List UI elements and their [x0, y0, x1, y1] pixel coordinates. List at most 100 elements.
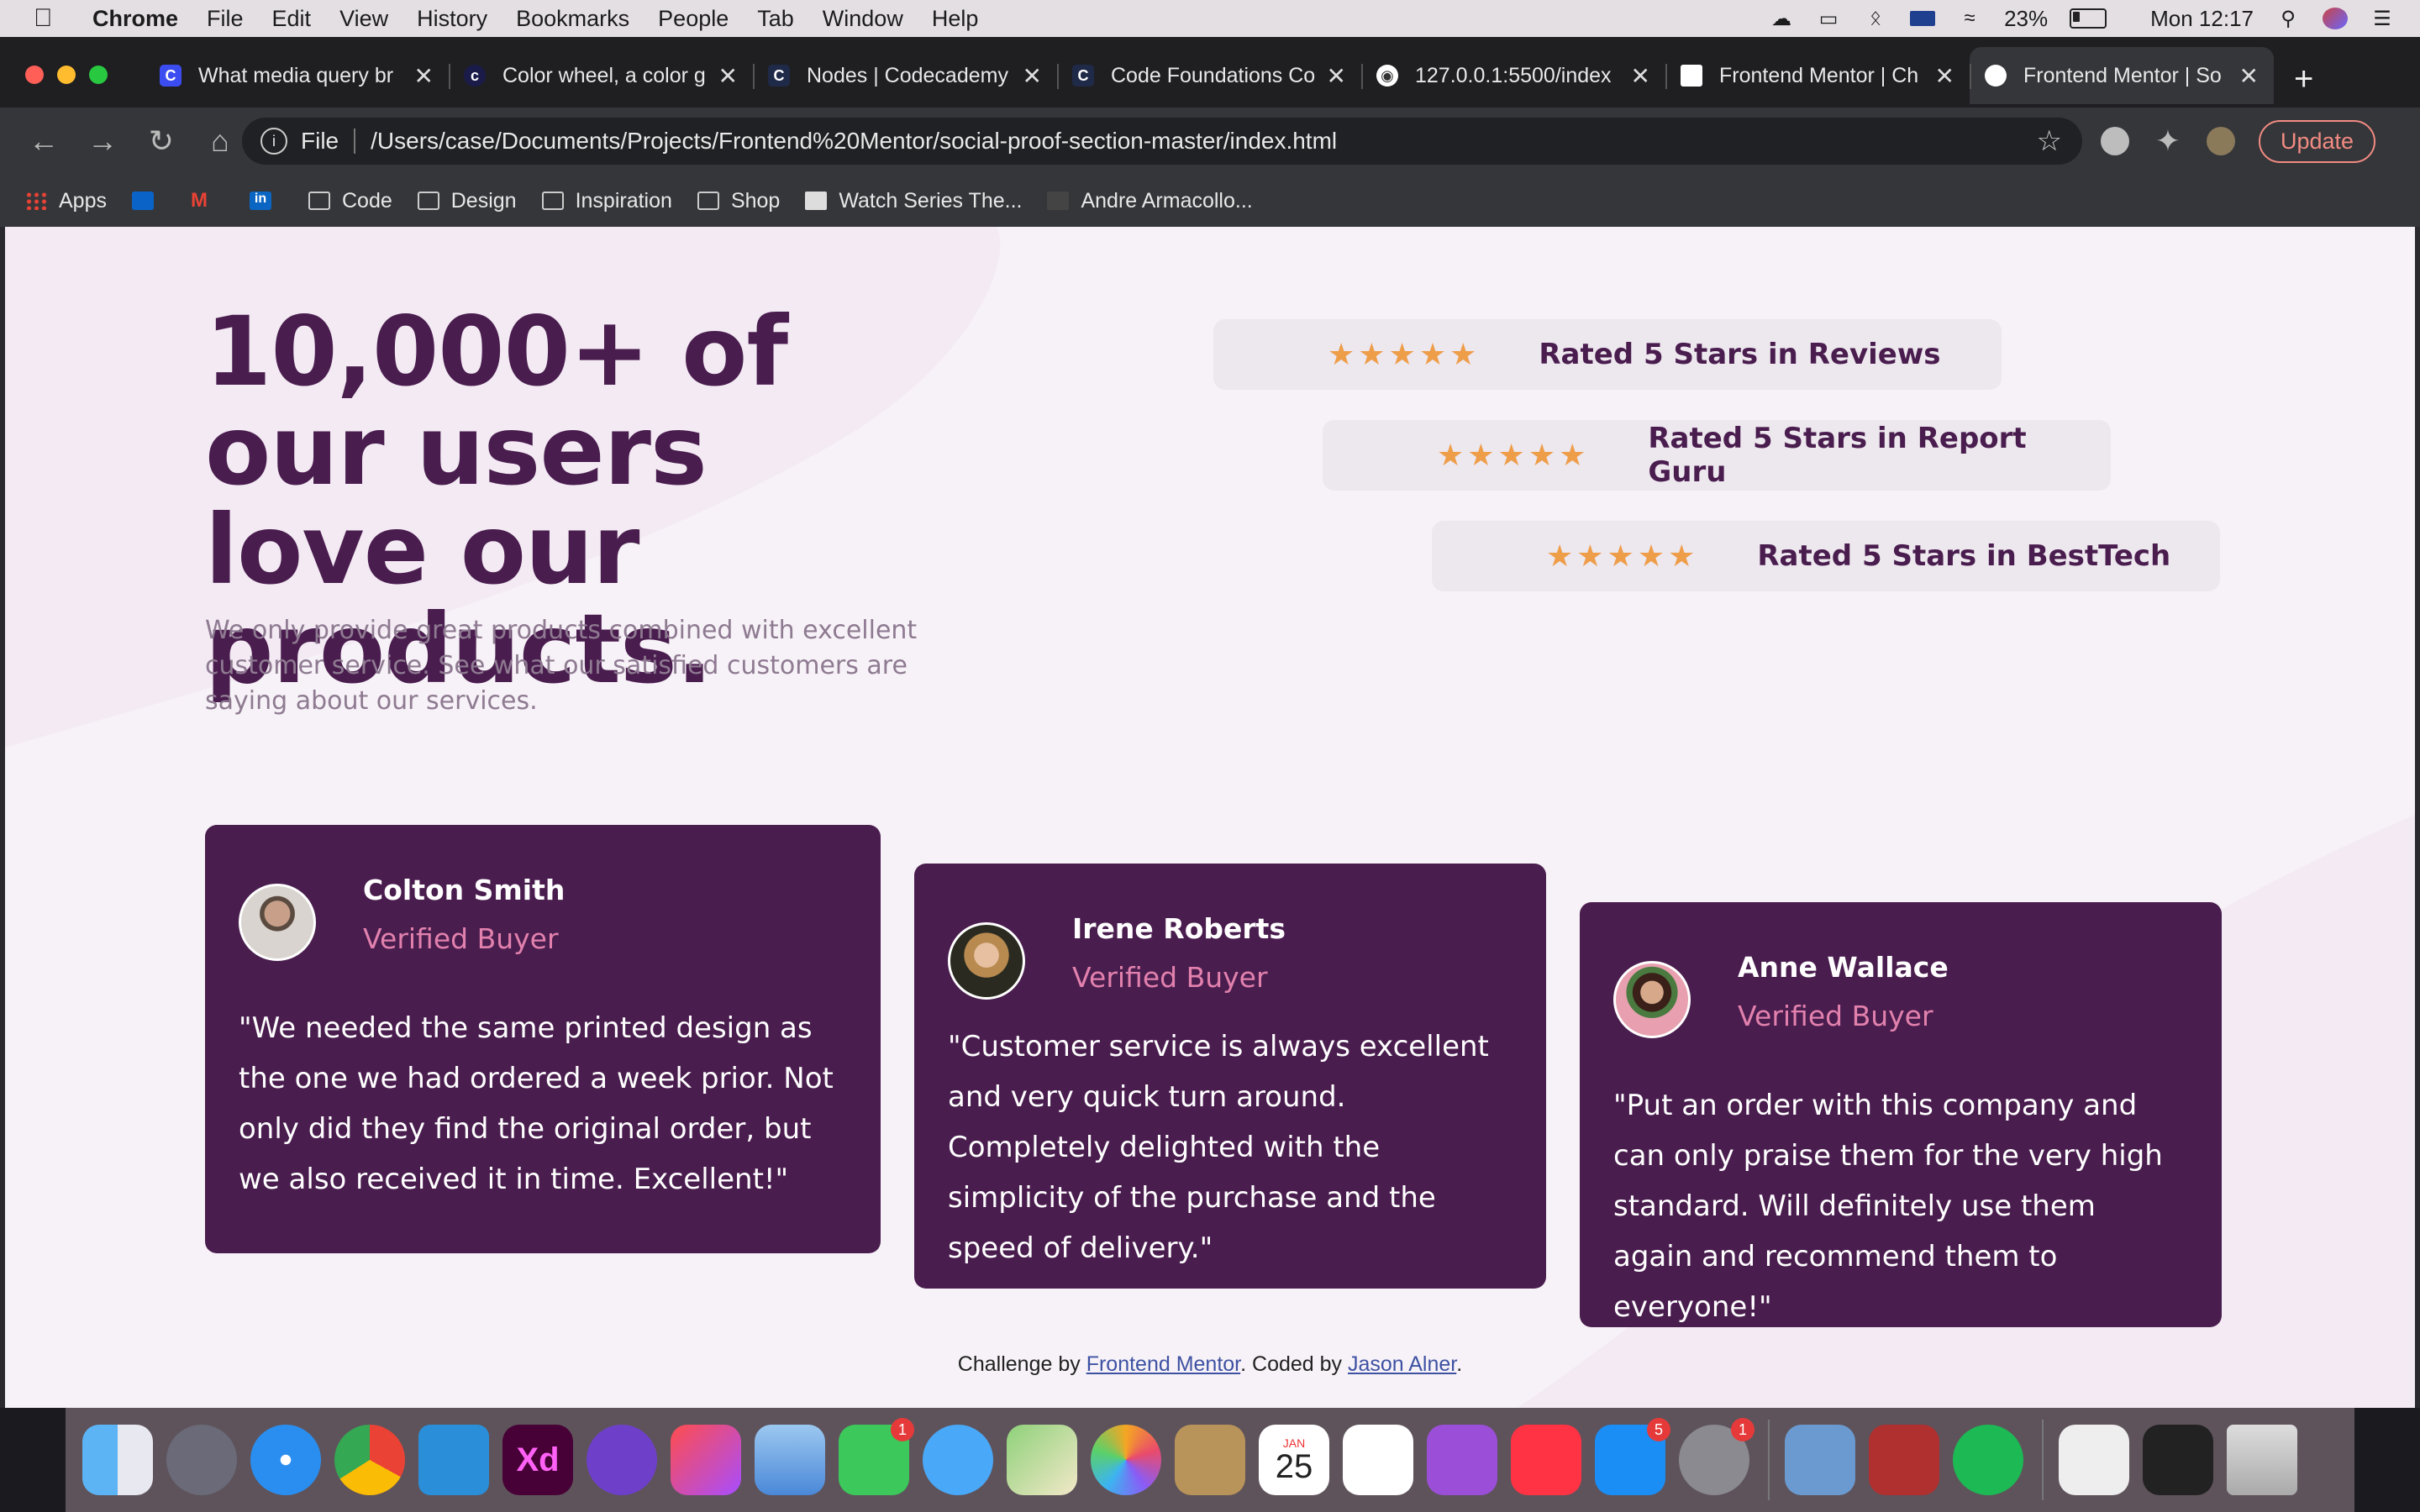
menu-people[interactable]: People: [658, 6, 729, 32]
puzzle-extensions-icon[interactable]: ✦: [2153, 123, 2183, 159]
news-icon[interactable]: [1511, 1425, 1581, 1495]
photo-booth-icon[interactable]: [1869, 1425, 1939, 1495]
airplay-icon[interactable]: ▭: [1816, 8, 1841, 30]
battery-icon[interactable]: [2070, 8, 2107, 29]
spotify-icon[interactable]: [1953, 1425, 2023, 1495]
author-link[interactable]: Jason Alner: [1348, 1352, 1456, 1376]
tab-nodes-codecademy[interactable]: C Nodes | Codecademy ✕: [753, 47, 1057, 104]
messages-icon[interactable]: [923, 1425, 993, 1495]
close-tab-icon[interactable]: ✕: [718, 62, 738, 90]
home-icon[interactable]: ⌂: [205, 123, 235, 159]
menu-file[interactable]: File: [207, 6, 244, 32]
close-tab-icon[interactable]: ✕: [1631, 62, 1650, 90]
photos-icon[interactable]: [1091, 1425, 1161, 1495]
back-arrow-icon[interactable]: ←: [29, 123, 59, 159]
zoom-window-button[interactable]: [89, 66, 108, 84]
bookmark-folder-design[interactable]: Design: [417, 189, 517, 213]
spotlight-search-icon[interactable]: ⚲: [2275, 8, 2301, 30]
bookmark-folder-inspiration[interactable]: Inspiration: [541, 189, 672, 213]
rating-label: Rated 5 Stars in BestTech: [1757, 539, 2171, 573]
facetime-icon[interactable]: 1: [839, 1418, 914, 1495]
address-url[interactable]: /Users/case/Documents/Projects/Frontend%…: [371, 128, 1337, 155]
macos-menubar:  Chrome File Edit View History Bookmark…: [0, 0, 2420, 37]
bookmark-folder-shop[interactable]: Shop: [697, 189, 780, 213]
tab-media-query[interactable]: C What media query br ✕: [145, 47, 449, 104]
tab-frontend-mentor-challenges[interactable]: Frontend Mentor | Ch ✕: [1665, 47, 1970, 104]
maps-icon[interactable]: [1007, 1425, 1077, 1495]
siri-icon[interactable]: [2323, 8, 2348, 29]
forward-arrow-icon[interactable]: →: [87, 123, 118, 159]
tab-code-foundations[interactable]: C Code Foundations Co ✕: [1057, 47, 1361, 104]
info-icon[interactable]: i: [260, 128, 287, 155]
apple-icon[interactable]: : [34, 4, 67, 33]
battery-percent: 23%: [2004, 5, 2049, 31]
safari-icon[interactable]: [250, 1425, 321, 1495]
creative-cloud-icon[interactable]: ☁: [1769, 8, 1794, 30]
tab-localhost[interactable]: ◉ 127.0.0.1:5500/index ✕: [1361, 47, 1665, 104]
calendar-day: 25: [1275, 1448, 1313, 1485]
bookmark-watch-series[interactable]: Watch Series The...: [805, 189, 1022, 213]
bookmark-star-icon[interactable]: ☆: [2037, 124, 2062, 158]
profile-avatar[interactable]: [2207, 127, 2235, 155]
zip-file-icon[interactable]: [2059, 1425, 2129, 1495]
extension-icon[interactable]: [2101, 127, 2129, 155]
new-tab-button[interactable]: +: [2294, 60, 2313, 98]
testimonial-card-irene: Irene Roberts Verified Buyer "Customer s…: [914, 864, 1546, 1289]
bookmark-outlook[interactable]: [131, 192, 166, 210]
notification-center-icon[interactable]: ☰: [2370, 8, 2395, 30]
close-window-button[interactable]: [25, 66, 44, 84]
tab-frontend-mentor-social-proof[interactable]: Frontend Mentor | So ✕: [1970, 47, 2274, 104]
menu-window[interactable]: Window: [823, 6, 903, 32]
mail-icon[interactable]: [755, 1425, 825, 1495]
downloads-stack-icon[interactable]: [2143, 1425, 2213, 1495]
close-tab-icon[interactable]: ✕: [1023, 62, 1042, 90]
contacts-icon[interactable]: [1175, 1425, 1245, 1495]
reminders-icon[interactable]: [1343, 1425, 1413, 1495]
minimize-window-button[interactable]: [57, 66, 76, 84]
menu-edit[interactable]: Edit: [272, 6, 312, 32]
wifi-icon[interactable]: ≈: [1957, 7, 1982, 29]
menu-help[interactable]: Help: [932, 6, 979, 32]
website-favicon-icon: [805, 192, 828, 210]
five-star-icons: ★★★★★: [1328, 337, 1481, 372]
chrome-icon[interactable]: [334, 1425, 405, 1495]
vscode-icon[interactable]: [418, 1425, 489, 1495]
notification-badge: 1: [891, 1418, 914, 1441]
trash-icon[interactable]: [2227, 1425, 2297, 1495]
bookmark-folder-code[interactable]: Code: [308, 189, 392, 213]
menu-view[interactable]: View: [339, 6, 388, 32]
tab-title: Frontend Mentor | Ch: [1719, 63, 1919, 87]
close-tab-icon[interactable]: ✕: [2239, 62, 2259, 90]
menu-history[interactable]: History: [417, 6, 487, 32]
bookmark-linkedin[interactable]: in: [249, 192, 283, 210]
app-store-icon[interactable]: 5: [1595, 1418, 1670, 1495]
creative-cloud-icon[interactable]: [671, 1425, 741, 1495]
adobe-xd-icon[interactable]: Xd: [502, 1425, 573, 1495]
close-tab-icon[interactable]: ✕: [414, 62, 434, 90]
finder-icon[interactable]: [82, 1425, 153, 1495]
clock[interactable]: Mon 12:17: [2150, 6, 2254, 32]
keyboard-flag-icon[interactable]: [1910, 11, 1936, 26]
reload-icon[interactable]: ↻: [146, 123, 176, 159]
bookmark-andre-armacollo[interactable]: Andre Armacollo...: [1047, 189, 1253, 213]
close-tab-icon[interactable]: ✕: [1327, 62, 1346, 90]
frontend-mentor-link[interactable]: Frontend Mentor: [1086, 1352, 1240, 1376]
update-button[interactable]: Update: [2259, 119, 2376, 163]
system-preferences-icon[interactable]: 1: [1679, 1418, 1754, 1495]
menu-app-name[interactable]: Chrome: [92, 6, 178, 32]
testimonial-card-anne: Anne Wallace Verified Buyer "Put an orde…: [1580, 902, 2222, 1327]
bookmark-apps[interactable]: Apps: [25, 189, 107, 213]
menu-tab[interactable]: Tab: [757, 6, 794, 32]
avatar: [948, 922, 1025, 1000]
close-tab-icon[interactable]: ✕: [1935, 62, 1954, 90]
launchpad-icon[interactable]: [166, 1425, 237, 1495]
address-bar[interactable]: i File /Users/case/Documents/Projects/Fr…: [242, 118, 2082, 165]
podcasts-icon[interactable]: [1427, 1425, 1497, 1495]
tab-color-wheel[interactable]: c Color wheel, a color g ✕: [449, 47, 753, 104]
calendar-icon[interactable]: JAN 25: [1259, 1425, 1329, 1495]
bluetooth-icon[interactable]: ᛟ: [1863, 7, 1888, 29]
menu-bookmarks[interactable]: Bookmarks: [516, 6, 629, 32]
preview-icon[interactable]: [1785, 1425, 1855, 1495]
github-desktop-icon[interactable]: [587, 1425, 657, 1495]
bookmark-gmail[interactable]: M: [191, 191, 224, 211]
